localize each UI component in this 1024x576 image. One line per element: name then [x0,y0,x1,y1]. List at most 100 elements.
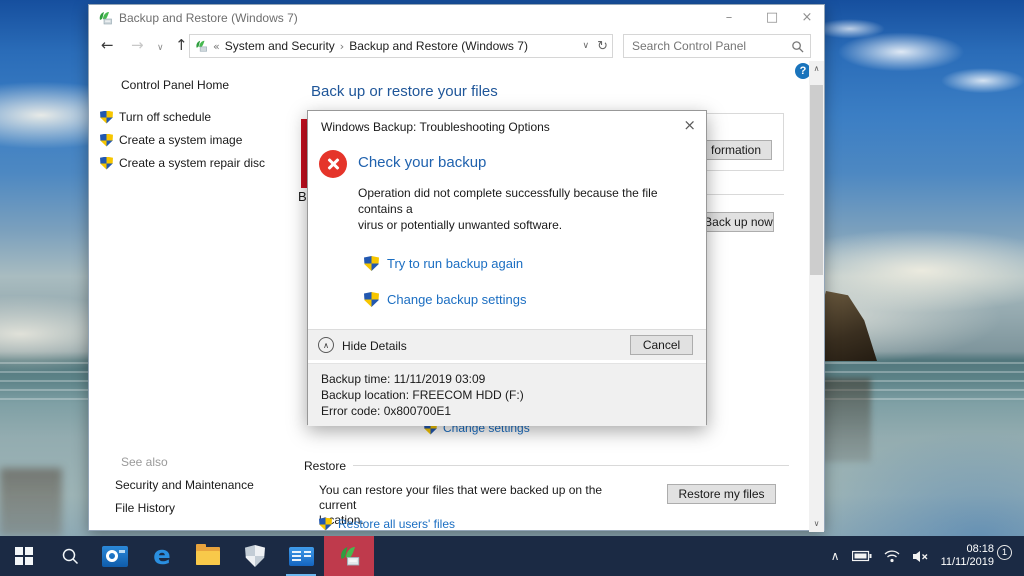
start-button[interactable] [0,536,48,576]
sidebar-security-and-maintenance[interactable]: Security and Maintenance [115,478,254,492]
link-label: Restore all users' files [338,517,455,531]
task-label: Create a system repair disc [119,156,265,170]
backup-location-detail: Backup location: FREECOM HDD (F:) [321,388,524,402]
message-line2: virus or potentially unwanted software. [358,217,696,233]
error-code-detail: Error code: 0x800700E1 [321,404,451,418]
cancel-button[interactable]: Cancel [630,335,693,355]
uac-shield-icon [100,157,113,170]
backup-time-detail: Backup time: 11/11/2019 03:09 [321,372,485,386]
address-bar[interactable]: « System and Security › Backup and Resto… [189,34,613,58]
scroll-up-icon[interactable]: ∧ [809,61,824,77]
sidebar-task-turn-off-schedule[interactable]: Turn off schedule [100,110,211,124]
wifi-icon[interactable] [884,550,900,563]
taskbar-file-explorer-button[interactable] [186,536,230,576]
dialog-title: Windows Backup: Troubleshooting Options [321,120,550,134]
vertical-scrollbar[interactable]: ∧ ∨ [809,61,824,532]
app-window-icon [289,547,314,566]
address-dropdown-icon[interactable]: ∨ [583,41,590,51]
uac-shield-icon [319,518,332,531]
message-line1: Operation did not complete successfully … [358,185,696,217]
edge-icon: e [153,543,171,569]
system-tray: ∧ 08:18 11/11/2019 [831,536,1024,576]
search-input[interactable] [624,39,791,53]
outlook-icon [102,546,128,567]
shore-reflection [0,468,62,536]
sky-reflection [804,430,1024,536]
search-icon [61,547,79,565]
dialog-heading: Check your backup [358,154,486,171]
sidebar-task-create-repair-disc[interactable]: Create a system repair disc [100,156,265,170]
error-icon [319,150,347,178]
window-title: Backup and Restore (Windows 7) [119,11,298,25]
scroll-down-icon[interactable]: ∨ [809,516,824,532]
restore-my-files-button[interactable]: Restore my files [667,484,776,504]
try-run-backup-again-link[interactable]: Try to run backup again [364,256,523,271]
taskbar-control-panel-button[interactable] [279,536,323,576]
tray-chevron-icon[interactable]: ∧ [831,549,840,563]
minimize-button[interactable]: – [712,5,746,31]
breadcrumb-separator-icon: › [340,40,344,53]
see-also-text: See also [121,455,168,469]
taskbar: e ∧ [0,536,1024,576]
link-label: Security and Maintenance [115,478,254,492]
clock-time: 08:18 [941,543,994,556]
control-panel-home-label: Control Panel Home [121,78,229,92]
search-icon[interactable] [791,40,804,53]
close-button[interactable]: × [790,5,824,31]
back-up-now-button[interactable]: Back up now [703,212,774,232]
uac-shield-icon [364,256,379,271]
link-label: Try to run backup again [387,256,523,271]
taskbar-search-button[interactable] [48,536,92,576]
screen: Backup and Restore (Windows 7) – □ × ← →… [0,0,1024,576]
forward-icon[interactable]: → [131,38,144,53]
history-dropdown-icon[interactable]: ∨ [157,41,164,56]
refresh-icon[interactable]: ↻ [597,39,608,54]
see-also-label: See also [121,455,168,469]
dialog-close-icon[interactable]: × [683,116,696,134]
back-icon[interactable]: ← [101,38,114,53]
taskbar-defender-button[interactable] [233,536,277,576]
taskbar-clock[interactable]: 08:18 11/11/2019 [941,543,994,569]
windows-logo-icon [15,547,33,565]
link-label: Change backup settings [387,292,526,307]
taskbar-edge-button[interactable]: e [140,536,184,576]
clock-date: 11/11/2019 [941,556,994,569]
uac-shield-icon [364,292,379,307]
task-label: Turn off schedule [119,110,211,124]
dialog-footer: ∧ Hide Details Cancel [308,329,706,360]
taskbar-backup-active-button[interactable] [324,536,374,576]
restore-section-rule [353,465,789,466]
breadcrumb-system-and-security[interactable]: System and Security [225,39,335,53]
taskbar-outlook-button[interactable] [93,536,137,576]
notification-badge: 1 [997,545,1012,560]
up-icon[interactable]: ↑ [175,38,188,53]
uac-shield-icon [100,111,113,124]
restore-text-line1: You can restore your files that were bac… [319,483,639,513]
file-explorer-icon [196,547,220,565]
restore-section-label: Restore [304,459,346,473]
sidebar-file-history[interactable]: File History [115,501,175,515]
window-titlebar: Backup and Restore (Windows 7) – □ × [89,5,824,31]
battery-icon[interactable] [852,550,872,562]
breadcrumb-overflow-icon[interactable]: « [213,40,220,53]
volume-muted-icon[interactable] [912,550,929,563]
sidebar-control-panel-home[interactable]: Control Panel Home [121,78,229,92]
page-title: Back up or restore your files [311,83,498,100]
hide-details-chevron-icon[interactable]: ∧ [318,337,334,353]
hide-details-toggle[interactable]: Hide Details [342,339,407,353]
link-label: File History [115,501,175,515]
scrollbar-thumb[interactable] [810,85,823,275]
maximize-button[interactable]: □ [755,5,789,31]
dialog-details-panel: Backup time: 11/11/2019 03:09 Backup loc… [308,363,706,426]
sidebar-task-create-system-image[interactable]: Create a system image [100,133,242,147]
restore-all-users-files-link[interactable]: Restore all users' files [319,517,455,531]
information-button-partial[interactable]: formation [700,140,772,160]
uac-shield-icon [100,134,113,147]
backup-app-icon [97,10,113,26]
address-location-icon [194,39,208,53]
dialog-message: Operation did not complete successfully … [358,185,696,233]
backup-app-icon [337,544,361,568]
search-box [623,34,811,58]
change-backup-settings-link[interactable]: Change backup settings [364,292,526,307]
breadcrumb-backup-and-restore[interactable]: Backup and Restore (Windows 7) [349,39,528,53]
